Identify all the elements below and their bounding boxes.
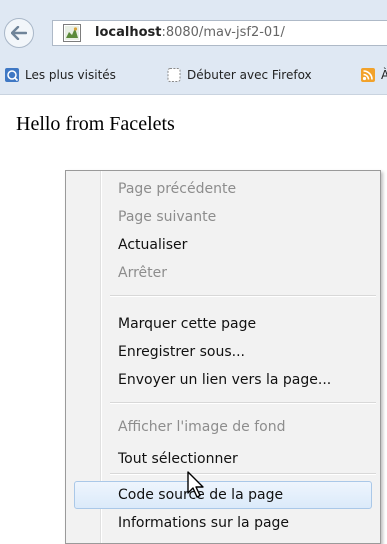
menu-item-forward[interactable]: Page suivante [118, 204, 216, 230]
url-text[interactable]: localhost:8080/mav-jsf2-01/ [95, 25, 285, 40]
url-path: :8080/mav-jsf2-01/ [161, 25, 285, 40]
menu-item-reload[interactable]: Actualiser [118, 232, 187, 258]
browser-chrome: localhost:8080/mav-jsf2-01/ Les plus vis… [0, 0, 387, 95]
site-favicon-icon [63, 24, 81, 42]
bookmark-most-visited[interactable]: Les plus visités [4, 65, 116, 85]
menu-separator [110, 295, 376, 297]
mouse-pointer-icon [187, 471, 204, 498]
url-host: localhost [95, 25, 162, 40]
menu-item-save-as[interactable]: Enregistrer sous... [118, 339, 245, 365]
bookmarks-toolbar: Les plus visités Débuter avec Firefox À [0, 60, 387, 90]
context-menu: Page précédente Page suivante Actualiser… [65, 170, 381, 544]
rss-feed-icon [361, 68, 375, 82]
back-arrow-icon [11, 26, 27, 40]
menu-item-send-link[interactable]: Envoyer un lien vers la page... [118, 367, 331, 393]
navigation-toolbar: localhost:8080/mav-jsf2-01/ [0, 12, 387, 52]
most-visited-icon [5, 68, 19, 82]
bookmark-label: Les plus visités [25, 68, 116, 82]
bookmark-label: À [381, 68, 387, 82]
url-bar[interactable]: localhost:8080/mav-jsf2-01/ [52, 20, 387, 46]
menu-separator [110, 473, 376, 475]
menu-item-back[interactable]: Page précédente [118, 176, 236, 202]
back-button[interactable] [4, 18, 34, 48]
menu-item-stop[interactable]: Arrêter [118, 260, 167, 286]
bookmark-feed[interactable]: À [360, 65, 387, 85]
menu-item-bookmark-page[interactable]: Marquer cette page [118, 311, 256, 337]
page-icon [167, 68, 181, 82]
menu-item-view-background[interactable]: Afficher l'image de fond [118, 414, 286, 440]
bookmark-label: Débuter avec Firefox [187, 68, 312, 82]
bookmark-getting-started[interactable]: Débuter avec Firefox [166, 65, 312, 85]
page-heading: Hello from Facelets [16, 113, 175, 135]
menu-separator [110, 402, 376, 404]
menu-item-page-info[interactable]: Informations sur la page [118, 510, 289, 536]
menu-item-select-all[interactable]: Tout sélectionner [118, 446, 238, 472]
